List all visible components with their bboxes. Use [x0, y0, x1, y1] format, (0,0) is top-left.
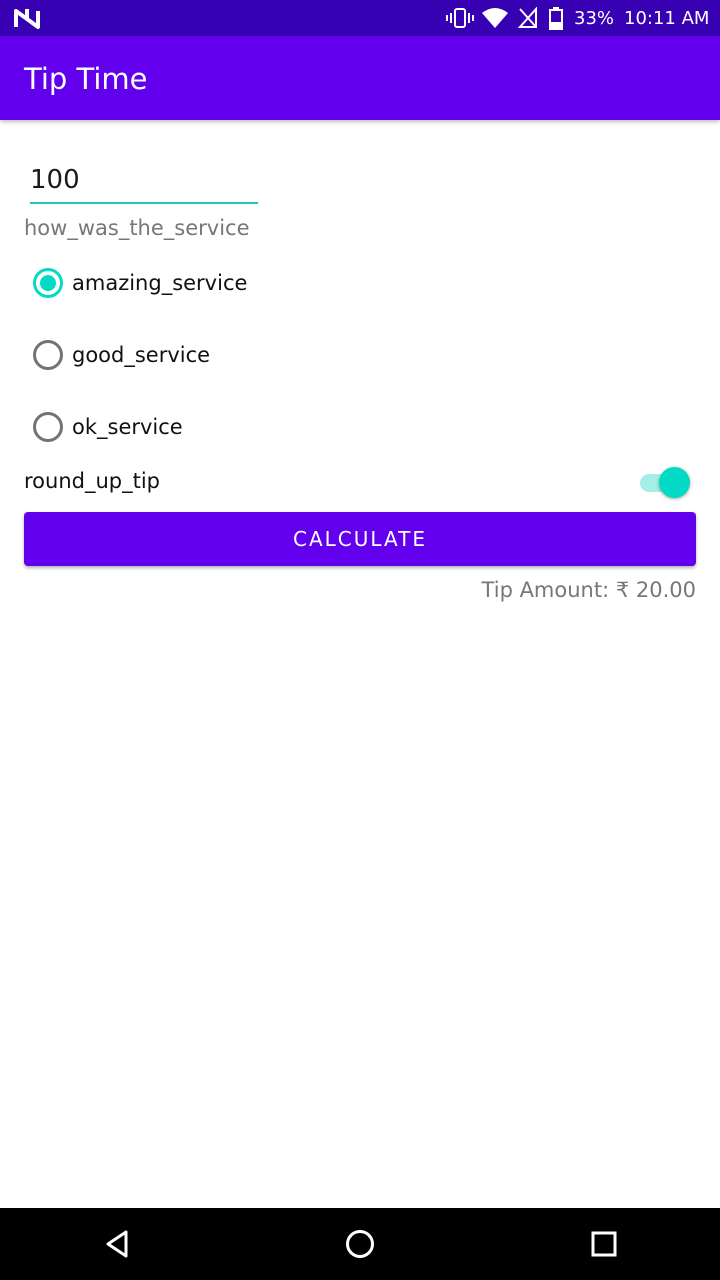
- service-question-label: how_was_the_service: [24, 216, 250, 240]
- radio-unchecked-icon: [33, 412, 63, 442]
- battery-percent: 33%: [574, 7, 615, 29]
- round-up-tip-label: round_up_tip: [24, 469, 161, 493]
- n-logo-icon: [14, 0, 40, 36]
- radio-unchecked-icon: [33, 340, 63, 370]
- back-icon[interactable]: [77, 1208, 157, 1280]
- radio-checked-icon: [33, 268, 63, 298]
- navigation-bar: [0, 1208, 720, 1280]
- status-bar: 33% 10:11 AM: [0, 0, 720, 36]
- round-up-tip-switch[interactable]: [636, 466, 694, 500]
- radio-label: good_service: [72, 343, 211, 367]
- vibrate-icon: [446, 0, 474, 36]
- app-title: Tip Time: [24, 62, 148, 96]
- home-icon[interactable]: [320, 1208, 400, 1280]
- battery-icon: [548, 0, 564, 36]
- calculate-button[interactable]: CALCULATE: [24, 512, 696, 566]
- switch-thumb: [659, 467, 690, 498]
- radio-label: amazing_service: [72, 271, 248, 295]
- radio-label: ok_service: [72, 415, 183, 439]
- app-bar: Tip Time: [0, 36, 720, 120]
- status-time: 10:11 AM: [624, 7, 710, 29]
- recents-icon[interactable]: [564, 1208, 644, 1280]
- no-signal-icon: [518, 0, 538, 36]
- radio-amazing-service[interactable]: amazing_service: [24, 255, 324, 311]
- radio-ok-service[interactable]: ok_service: [24, 399, 324, 455]
- wifi-icon: [481, 0, 509, 36]
- tip-result: Tip Amount: ₹ 20.00: [481, 578, 696, 602]
- radio-good-service[interactable]: good_service: [24, 327, 324, 383]
- cost-of-service-input[interactable]: [30, 158, 258, 204]
- screen: 33% 10:11 AM Tip Time how_was_the_servic…: [0, 0, 720, 1280]
